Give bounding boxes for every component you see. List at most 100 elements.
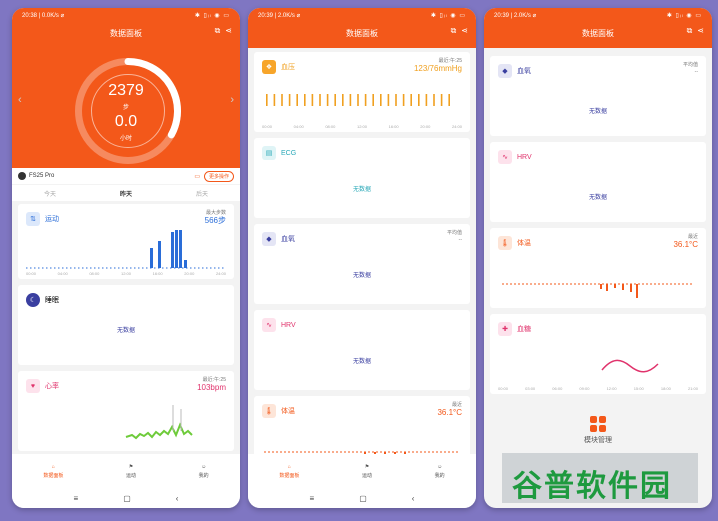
tab-day-after[interactable]: 后天 — [196, 189, 208, 198]
bp-bar — [440, 94, 443, 106]
heart-meta-value: 103bpm — [197, 383, 226, 392]
temperature-card[interactable]: 🌡 体温 最近 36.1°C — [490, 228, 706, 308]
nav-me[interactable]: ☺ 我的 — [435, 464, 445, 479]
shoe-icon: ⚑ — [128, 463, 134, 470]
bottom-nav: ⌂ 数据面板 ⚑ 运动 ☺ 我的 — [248, 454, 476, 488]
blood-pressure-card[interactable]: ❖ 血压 最近:午:25 123/76mmHg 00:00 04:00 08:00 1… — [254, 52, 470, 132]
status-icons: ✱ ▯ᵢₗ ◉ ▭ — [194, 12, 230, 19]
home-square-icon[interactable]: ▢ — [359, 494, 367, 503]
device-name: FS25 Pro — [29, 173, 55, 179]
exercise-meta-value: 566步 — [204, 216, 226, 225]
bp-bar — [395, 94, 397, 106]
watermark-text: 谷普软件园 — [512, 470, 672, 503]
status-bar: 20:39 | 2.0K/s ⌀ ✱ ▯ᵢₗ ◉ ▭ — [248, 8, 476, 22]
person-icon: ☺ — [437, 463, 443, 470]
exercise-bar — [150, 248, 153, 268]
bp-bar — [311, 94, 314, 106]
card-manage-button[interactable]: 模块管理 — [484, 416, 712, 445]
glucose-icon: ✚ — [498, 322, 512, 336]
hrv-card[interactable]: ∿ HRV 无数据 — [490, 142, 706, 222]
nav-dashboard[interactable]: ⌂ 数据面板 — [43, 464, 63, 479]
exercise-icon: ⇅ — [26, 212, 40, 226]
exercise-x-axis: 00:00 04:00 08:00 12:00 16:00 20:00 24:00 — [26, 271, 226, 276]
nav-dashboard[interactable]: ⌂ 数据面板 — [279, 464, 299, 479]
nav-exercise[interactable]: ⚑ 运动 — [362, 464, 372, 479]
hrv-nodata: 无数据 — [588, 195, 607, 201]
shoe-icon: ⚑ — [364, 463, 370, 470]
back-icon[interactable]: ‹ — [176, 494, 179, 503]
phone-dashboard-overview: 20:38 | 0.0K/s ⌀ ✱ ▯ᵢₗ ◉ ▭ 数据面板 ⧉ ⋖ ‹ › … — [12, 8, 240, 508]
ecg-icon: ▤ — [262, 146, 276, 160]
system-nav: ≡ ▢ ‹ — [248, 488, 476, 508]
hrv-card-title: HRV — [517, 153, 532, 161]
ecg-nodata: 无数据 — [352, 187, 371, 193]
status-icons: ✱ ▯ᵢₗ ◉ ▭ — [666, 12, 702, 19]
heart-rate-chart — [125, 405, 193, 440]
spo2-meta-label: 平均值 — [446, 230, 462, 236]
ecg-card-title: ECG — [281, 149, 297, 157]
nav-me[interactable]: ☺ 我的 — [199, 464, 209, 479]
exercise-bar — [171, 232, 174, 268]
card-manage-label: 模块管理 — [584, 437, 612, 444]
exercise-bar — [184, 260, 187, 268]
bp-bar — [357, 94, 359, 106]
thermometer-icon: 🌡 — [262, 404, 276, 418]
hours-unit: 小时 — [119, 136, 132, 142]
spo2-card[interactable]: ◆ 血氧 平均值 -- 无数据 — [254, 224, 470, 304]
page-title: 数据面板 — [110, 29, 142, 38]
home-icon: ⌂ — [287, 463, 291, 470]
thermometer-icon: 🌡 — [498, 236, 512, 250]
back-icon[interactable]: ‹ — [412, 494, 415, 503]
edit-icon[interactable]: ⧉ — [687, 26, 693, 36]
bp-bar — [418, 94, 420, 106]
bp-bar — [410, 94, 412, 106]
tab-today[interactable]: 今天 — [44, 189, 56, 198]
nav-exercise[interactable]: ⚑ 运动 — [126, 464, 136, 479]
moon-icon: ☾ — [26, 293, 40, 307]
share-icon[interactable]: ⋖ — [225, 26, 232, 36]
temp-card-title: 体温 — [517, 240, 531, 247]
glucose-card[interactable]: ✚ 血糖 00:00 03:00 06:00 09:00 12:00 15:00 18:00… — [490, 314, 706, 394]
glucose-line — [601, 359, 659, 373]
heart-card-title: 心率 — [45, 383, 59, 390]
glucose-x-axis: 00:00 03:00 06:00 09:00 12:00 15:00 18:00 21:00 — [498, 386, 698, 391]
tab-yesterday[interactable]: 昨天 — [120, 189, 132, 198]
phone-dashboard-health: 20:39 | 2.0K/s ⌀ ✱ ▯ᵢₗ ◉ ▭ 数据面板 ⧉ ⋖ ❖ 血压… — [248, 8, 476, 508]
bottom-nav: ⌂ 数据面板 ⚑ 运动 ☺ 我的 — [12, 454, 240, 488]
hours-value: 0.0 — [114, 113, 138, 130]
device-icon — [18, 172, 26, 180]
ecg-card[interactable]: ▤ ECG 无数据 — [254, 138, 470, 218]
menu-icon[interactable]: ≡ — [74, 494, 79, 503]
status-bar: 20:39 | 2.0K/s ⌀ ✱ ▯ᵢₗ ◉ ▭ — [484, 8, 712, 22]
home-square-icon[interactable]: ▢ — [123, 494, 131, 503]
spo2-meta-label: 平均值 — [682, 62, 698, 68]
temp-mark — [606, 284, 608, 291]
sleep-card[interactable]: ☾ 睡眠 无数据 — [18, 285, 234, 365]
edit-icon[interactable]: ⧉ — [215, 26, 221, 36]
battery-icon: ▭ — [194, 173, 200, 180]
hrv-icon: ∿ — [262, 318, 276, 332]
bp-card-title: 血压 — [281, 64, 295, 71]
hrv-nodata: 无数据 — [352, 359, 371, 365]
bp-bar — [448, 94, 450, 106]
share-icon[interactable]: ⋖ — [697, 26, 704, 36]
more-actions-button[interactable]: 更多操作 — [203, 170, 234, 182]
hrv-icon: ∿ — [498, 150, 512, 164]
status-icons: ✱ ▯ᵢₗ ◉ ▭ — [430, 12, 466, 19]
bp-bar — [342, 94, 344, 106]
exercise-card[interactable]: ⇅ 运动 最大步数 566步 00:00 04:00 08:00 12:00 16:00… — [18, 204, 234, 279]
spo2-meta-value: -- — [694, 69, 698, 75]
spo2-card[interactable]: ◆ 血氧 平均值 -- 无数据 — [490, 56, 706, 136]
edit-icon[interactable]: ⧉ — [451, 26, 457, 36]
exercise-chart — [26, 230, 226, 269]
status-time: 20:38 | 0.0K/s ⌀ — [22, 12, 65, 19]
heart-rate-card[interactable]: ♥ 心率 最近:午:25 103bpm — [18, 371, 234, 451]
glucose-chart — [601, 359, 659, 373]
menu-icon[interactable]: ≡ — [310, 494, 315, 503]
date-tabs: 今天 昨天 后天 — [12, 185, 240, 201]
bp-bar — [349, 94, 352, 106]
exercise-bar — [179, 230, 182, 268]
share-icon[interactable]: ⋖ — [461, 26, 468, 36]
blood-drop-icon: ◆ — [498, 64, 512, 78]
hrv-card[interactable]: ∿ HRV 无数据 — [254, 310, 470, 390]
